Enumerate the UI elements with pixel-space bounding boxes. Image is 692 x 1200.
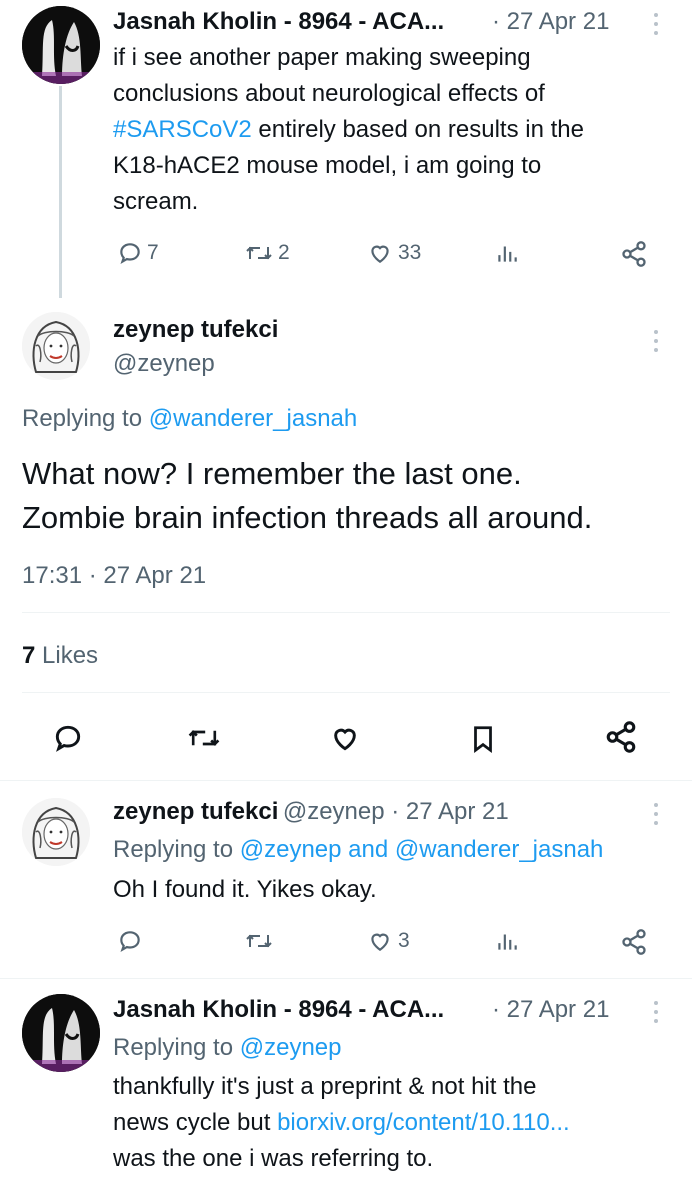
zeynep-avatar[interactable] xyxy=(22,798,90,866)
tweet1-line: scream. xyxy=(113,188,199,215)
main-author-name[interactable]: zeynep tufekci xyxy=(113,316,278,344)
tweet1-reply-count: 7 xyxy=(147,241,159,264)
reply1-replying-to: Replying to @zeynep and @wanderer_jasnah xyxy=(113,836,604,863)
reply2-line: thankfully it's just a preprint & not hi… xyxy=(113,1073,537,1100)
thread-line xyxy=(59,86,62,298)
heart-icon xyxy=(334,728,356,751)
bookmark-icon xyxy=(474,726,492,753)
divider xyxy=(22,692,670,693)
reply1-header: zeynep tufekci @zeynep · 27 Apr 21 xyxy=(113,798,509,826)
share-icon xyxy=(606,721,636,753)
main-retweet-button[interactable] xyxy=(186,722,222,754)
main-reply-button[interactable] xyxy=(52,722,84,754)
tweet1-more-icon[interactable] xyxy=(652,13,660,35)
tweet1-text: if i see another paper making sweeping c… xyxy=(113,40,673,220)
divider xyxy=(0,978,692,979)
jasnah-avatar[interactable] xyxy=(22,6,100,84)
share-icon xyxy=(622,929,646,955)
main-tweet-text: What now? I remember the last one. Zombi… xyxy=(22,452,592,540)
reply2-line: news cycle but biorxiv.org/content/10.11… xyxy=(113,1109,570,1136)
tweet1-line: K18-hACE2 mouse model, i am going to xyxy=(113,152,542,179)
tweet1-date[interactable]: · 27 Apr 21 xyxy=(492,8,609,36)
mention-link[interactable]: @zeynep xyxy=(240,1034,342,1061)
retweet-icon xyxy=(246,246,272,260)
main-timestamp[interactable]: 17:31 · 27 Apr 21 xyxy=(22,562,206,590)
reply1-like-count: 3 xyxy=(398,929,410,952)
reply1-views-button[interactable] xyxy=(494,928,520,954)
tweet1-retweet-button[interactable]: 2 xyxy=(244,240,290,266)
analytics-icon xyxy=(498,934,517,950)
divider xyxy=(0,780,692,781)
reply2-replying-to: Replying to @zeynep xyxy=(113,1034,342,1061)
main-text-line: What now? I remember the last one. xyxy=(22,456,522,491)
main-author-handle[interactable]: @zeynep xyxy=(113,350,215,378)
divider xyxy=(22,612,670,613)
reply1-reply-button[interactable] xyxy=(117,928,143,954)
tweet1-like-count: 33 xyxy=(398,241,422,264)
reply1-author[interactable]: zeynep tufekci xyxy=(113,798,278,825)
heart-icon xyxy=(371,933,389,951)
reply-icon xyxy=(120,931,140,953)
reply1-text: Oh I found it. Yikes okay. xyxy=(113,876,377,903)
reply1-retweet-button[interactable] xyxy=(244,928,274,954)
retweet-icon xyxy=(188,730,220,746)
reply1-share-button[interactable] xyxy=(620,928,648,956)
main-replying-to: Replying to @wanderer_jasnah xyxy=(22,405,358,432)
heart-icon xyxy=(371,245,389,263)
main-text-line: Zombie brain infection threads all aroun… xyxy=(22,500,593,535)
reply2-more-icon[interactable] xyxy=(652,1001,660,1023)
tweet1-views-button[interactable] xyxy=(494,240,520,266)
url-link[interactable]: biorxiv.org/content/10.110... xyxy=(277,1109,570,1136)
reply2-date[interactable]: · 27 Apr 21 xyxy=(492,996,609,1024)
retweet-icon xyxy=(246,934,272,948)
reply2-line: was the one i was referring to. xyxy=(113,1145,434,1172)
tweet1-line: conclusions about neurological effects o… xyxy=(113,80,545,107)
main-share-button[interactable] xyxy=(604,720,638,754)
reply1-handle-date[interactable]: @zeynep · 27 Apr 21 xyxy=(283,798,509,825)
reply1-like-button[interactable]: 3 xyxy=(366,928,410,954)
reply-icon xyxy=(120,243,140,265)
main-more-icon[interactable] xyxy=(652,330,660,352)
main-likes-count[interactable]: 7 Likes xyxy=(22,642,98,670)
reply2-author[interactable]: Jasnah Kholin - 8964 - ACA... xyxy=(113,996,444,1024)
mention-link[interactable]: @wanderer_jasnah xyxy=(395,836,604,863)
analytics-icon xyxy=(498,246,517,262)
main-like-button[interactable] xyxy=(328,722,362,754)
tweet1-reply-button[interactable]: 7 xyxy=(117,240,159,266)
tweet1-line: #SARSCoV2 entirely based on results in t… xyxy=(113,116,584,143)
reply1-more-icon[interactable] xyxy=(652,803,660,825)
reply2-text: thankfully it's just a preprint & not hi… xyxy=(113,1069,683,1177)
tweet1-retweet-count: 2 xyxy=(278,241,290,264)
tweet1-share-button[interactable] xyxy=(620,240,648,268)
tweet1-like-button[interactable]: 33 xyxy=(366,240,421,266)
tweet1-author[interactable]: Jasnah Kholin - 8964 - ACA... xyxy=(113,8,444,36)
mention-link[interactable]: @zeynep xyxy=(240,836,342,863)
main-bookmark-button[interactable] xyxy=(468,722,498,756)
zeynep-avatar[interactable] xyxy=(22,312,90,380)
share-icon xyxy=(622,241,646,267)
hashtag-link[interactable]: #SARSCoV2 xyxy=(113,116,252,143)
jasnah-avatar[interactable] xyxy=(22,994,100,1072)
tweet1-line: if i see another paper making sweeping xyxy=(113,44,531,71)
mention-link[interactable]: @wanderer_jasnah xyxy=(149,405,358,432)
reply-icon xyxy=(55,725,81,752)
